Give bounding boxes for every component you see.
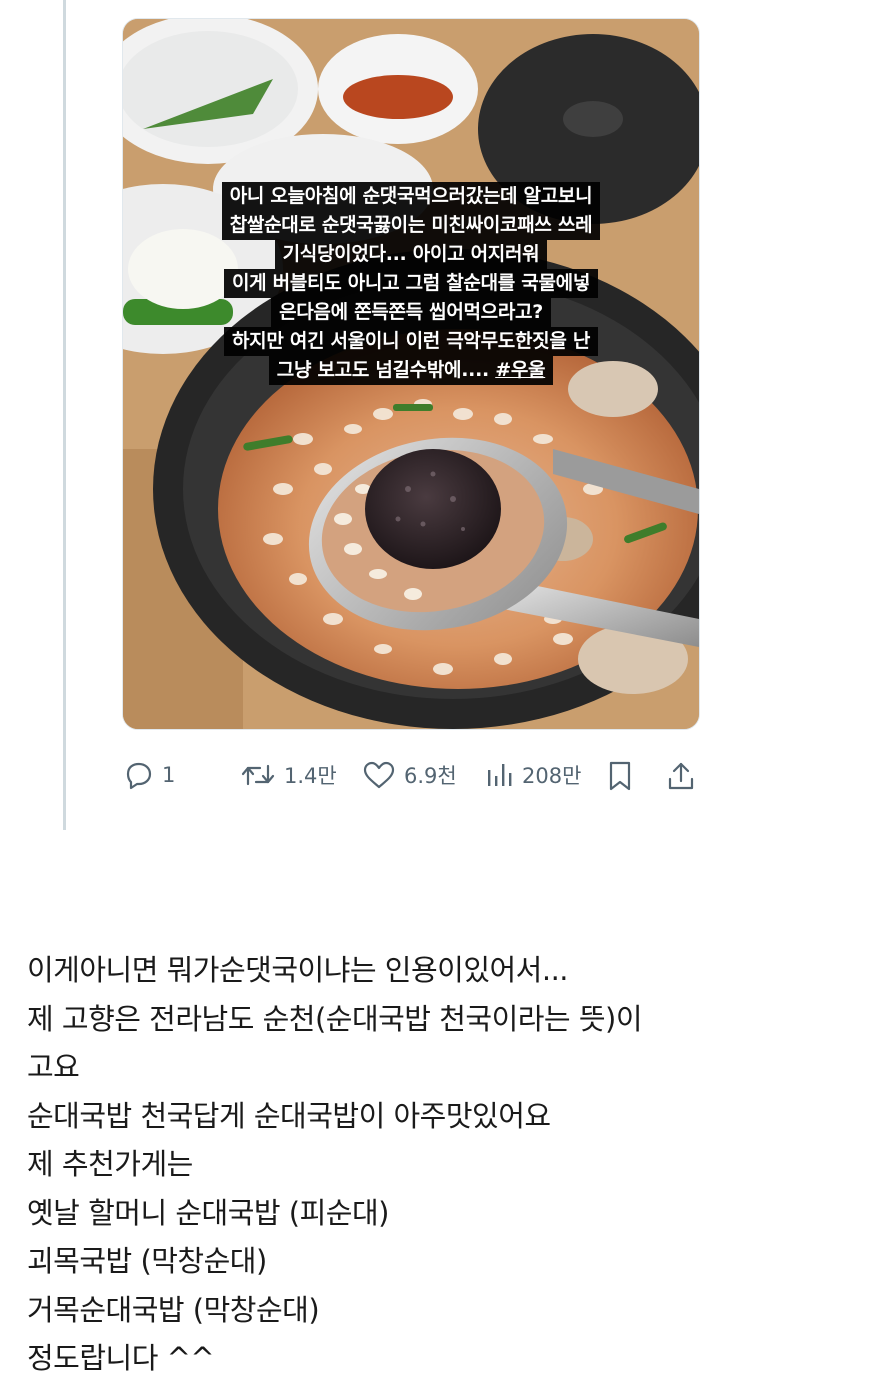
- photo-caption: 아니 오늘아침에 순댓국먹으러갔는데 알고보니 찹쌀순대로 순댓국끓이는 미친싸…: [123, 182, 699, 385]
- post-line: 이게아니면 뭐가순댓국이냐는 인용이있어서...: [27, 953, 569, 987]
- reply-icon: [126, 762, 152, 790]
- post-line: 순대국밥 천국답게 순대국밥이 아주맛있어요: [27, 1098, 551, 1133]
- post-line: 제 추천가게는: [27, 1147, 193, 1181]
- thread-line: [63, 0, 66, 830]
- retweet-count: 1.4만: [284, 764, 337, 788]
- post-line: 정도랍니다 ^^: [27, 1341, 215, 1375]
- like-button[interactable]: 6.9천: [362, 760, 457, 790]
- reply-button[interactable]: 1: [122, 760, 175, 790]
- bookmark-button[interactable]: [606, 760, 634, 792]
- tweet-actions: 1 1.4만 6.9천 208만: [122, 752, 702, 796]
- views-bar-chart-icon: [488, 764, 512, 786]
- share-icon: [668, 762, 694, 790]
- caption-line: 하지만 여긴 서울이니 이런 극악무도한짓을 난: [224, 327, 598, 356]
- caption-line-last: 그냥 보고도 넘길수밖에.... #우울: [268, 356, 554, 385]
- post-line: 고요: [27, 1050, 80, 1084]
- caption-line: 아니 오늘아침에 순댓국먹으러갔는데 알고보니: [221, 182, 601, 211]
- view-count: 208만: [522, 764, 582, 788]
- caption-line: 이게 버블티도 아니고 그럼 찰순대를 국물에넣: [224, 269, 598, 298]
- post-line: 괴목국밥 (막창순대): [27, 1244, 267, 1278]
- post-line: 거목순대국밥 (막창순대): [27, 1292, 320, 1327]
- reply-count: 1: [162, 763, 176, 787]
- caption-text: 그냥 보고도 넘길수밖에....: [276, 359, 496, 381]
- hashtag-link[interactable]: #우울: [495, 359, 545, 381]
- heart-icon: [363, 761, 395, 789]
- caption-line: 찹쌀순대로 순댓국끓이는 미친싸이코패쓰 쓰레: [221, 211, 601, 240]
- share-button[interactable]: [666, 760, 696, 792]
- views-button[interactable]: 208만: [484, 760, 581, 790]
- bookmark-icon: [609, 761, 631, 791]
- post-line: 제 고향은 전라남도 순천(순대국밥 천국이라는 뜻)이: [27, 1001, 643, 1036]
- like-count: 6.9천: [404, 764, 457, 788]
- post-line: 옛날 할머니 순대국밥 (피순대): [27, 1195, 389, 1230]
- retweet-icon: [241, 764, 275, 786]
- caption-line: 은다음에 쫀득쫀득 씹어먹으라고?: [271, 298, 551, 327]
- caption-line: 기식당이었다... 아이고 어지러워: [274, 240, 548, 269]
- retweet-button[interactable]: 1.4만: [240, 760, 337, 790]
- tweet-photo[interactable]: 아니 오늘아침에 순댓국먹으러갔는데 알고보니 찹쌀순대로 순댓국끓이는 미친싸…: [122, 18, 700, 730]
- post-body: 이게아니면 뭐가순댓국이냐는 인용이있어서... 제 고향은 전라남도 순천(순…: [27, 946, 877, 1383]
